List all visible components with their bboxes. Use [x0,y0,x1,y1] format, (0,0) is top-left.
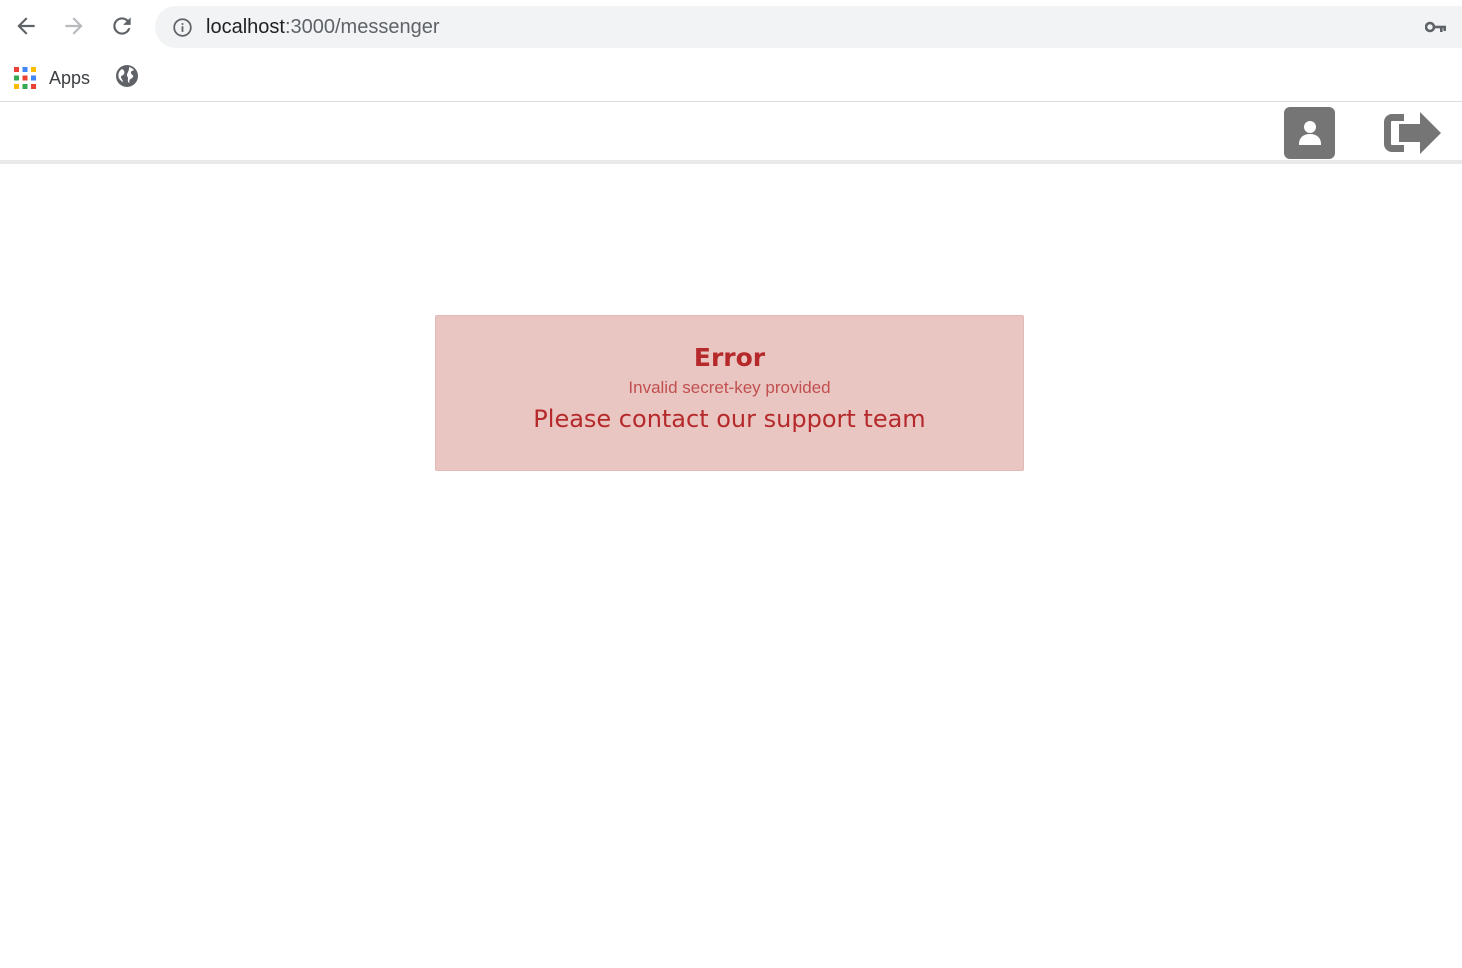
back-button[interactable] [9,9,43,43]
error-message: Please contact our support team [533,405,926,433]
browser-toolbar: localhost:3000/messenger [0,0,1462,54]
forward-arrow-icon [65,17,83,35]
error-title: Error [693,343,766,372]
url-text[interactable]: localhost:3000/messenger [206,15,439,39]
sign-out-icon [1384,112,1441,154]
error-subtitle: Invalid secret-key provided [628,378,831,397]
reload-icon [113,17,131,35]
bookmark-apps-label: Apps [49,67,91,88]
back-arrow-icon [17,17,35,35]
reload-button[interactable] [105,9,139,43]
url-path: :3000/messenger [284,16,440,38]
user-icon [1298,121,1321,145]
error-alert: Error Invalid secret-key provided Please… [435,315,1024,471]
logout-button[interactable] [1381,109,1443,157]
key-icon[interactable] [1425,20,1447,34]
globe-icon[interactable] [115,64,139,88]
profile-button[interactable] [1284,107,1335,159]
app-header [0,103,1462,164]
url-host: localhost [206,16,285,38]
forward-button[interactable] [57,9,91,43]
bookmarks-bar: Apps [0,54,1462,102]
address-bar[interactable]: localhost:3000/messenger [155,6,1462,48]
apps-grid-icon [14,67,36,89]
info-icon[interactable] [172,17,193,38]
bookmark-apps[interactable]: Apps [14,63,90,93]
